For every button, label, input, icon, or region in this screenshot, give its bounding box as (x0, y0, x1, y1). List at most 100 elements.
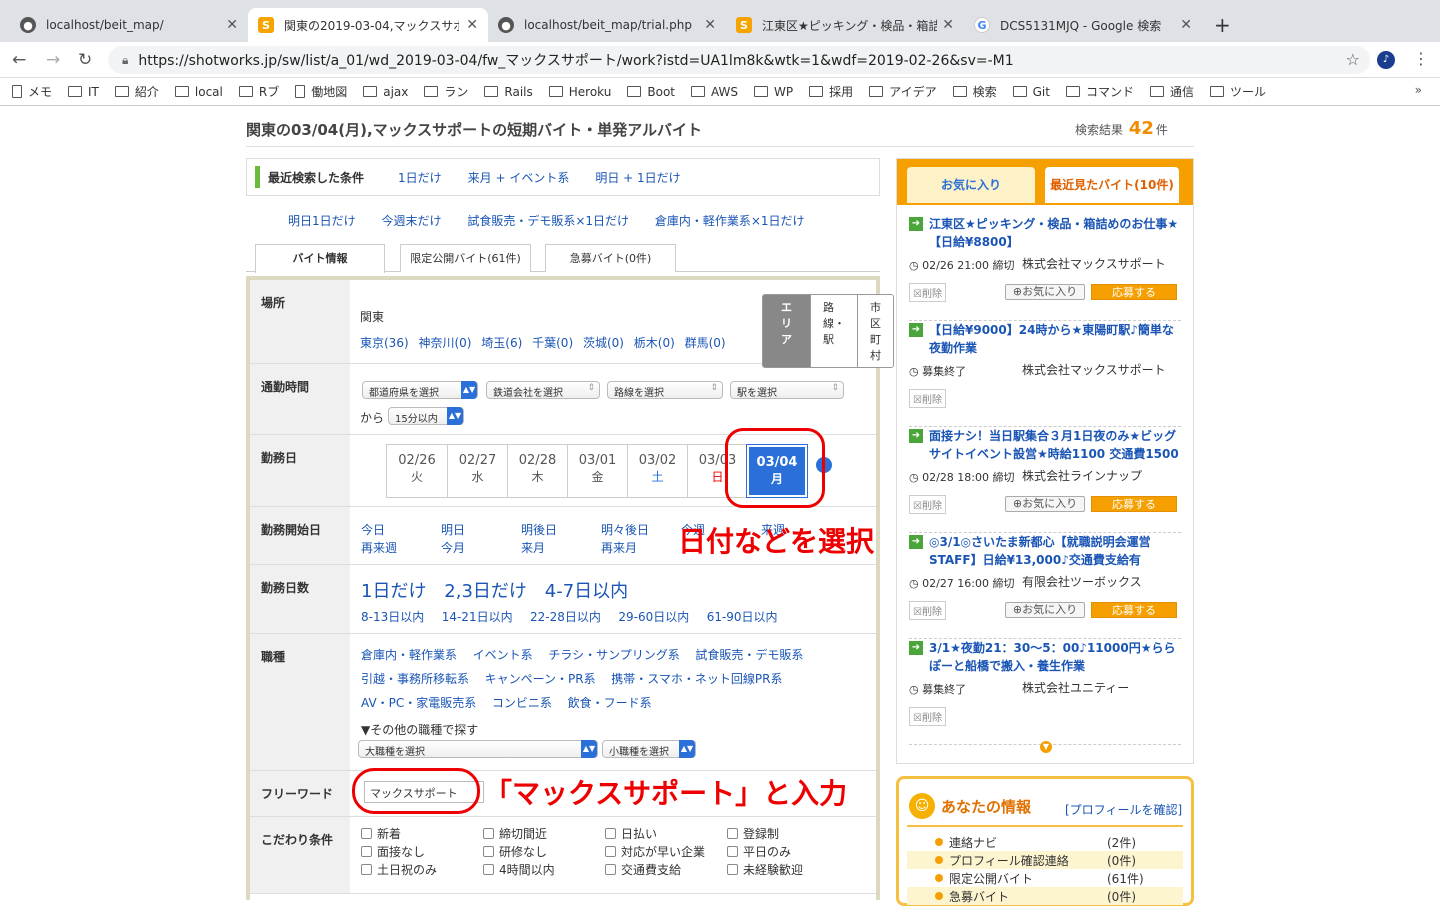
condition-checkbox[interactable]: 土日祝のみ (361, 861, 437, 878)
browser-tab[interactable]: G DCS5131MJQ - Google 検索 ✕ (964, 8, 1202, 42)
days-link[interactable]: 2,3日だけ (444, 581, 527, 602)
bookmark-item[interactable]: Heroku (548, 85, 611, 99)
condition-checkbox[interactable]: 研修なし (483, 843, 547, 860)
station-select[interactable]: 駅を選択 ⇕ (730, 381, 844, 399)
bookmark-item[interactable]: コマンド (1065, 83, 1134, 100)
checkbox-icon[interactable] (727, 828, 738, 839)
bookmark-item[interactable]: アイデア (869, 83, 937, 100)
condition-checkbox[interactable]: 日払い (605, 825, 657, 842)
reload-icon[interactable]: ↻ (78, 50, 92, 70)
bookmark-item[interactable]: ラン (424, 83, 468, 100)
quick-link[interactable]: 試食販売・デモ販系×1日だけ (467, 214, 629, 228)
job-title-link[interactable]: 【日給¥9000】24時から★東陽町駅♪簡単な夜勤作業 (929, 321, 1181, 357)
condition-checkbox[interactable]: 4時間以内 (483, 861, 555, 878)
bookmark-item[interactable]: ツール (1209, 83, 1266, 100)
job-type-link[interactable]: 飲食・フード系 (568, 696, 652, 710)
job-type-link[interactable]: イベント系 (473, 648, 533, 662)
recent-link[interactable]: 1日だけ (398, 169, 442, 186)
url-field[interactable]: 🔒︎ https://shotworks.jp/sw/list/a_01/wd_… (108, 46, 1370, 74)
checkbox-icon[interactable] (727, 846, 738, 857)
apply-button[interactable]: 応募する (1091, 284, 1177, 300)
info-row[interactable]: 連絡ナビ (2件) (907, 833, 1183, 851)
date-cell[interactable]: 02/28 木 (507, 445, 567, 497)
date-cell[interactable]: 02/27 水 (447, 445, 507, 497)
bookmark-item[interactable]: 通信 (1149, 83, 1194, 100)
date-cell[interactable]: 03/01 金 (567, 445, 627, 497)
bookmark-item[interactable]: AWS (691, 85, 738, 99)
job-title-link[interactable]: ◎3/1◎さいたま新都心【就職説明会運営STAFF】日給¥13,000♪交通費支… (929, 533, 1181, 569)
days-link[interactable]: 4-7日以内 (545, 581, 628, 602)
railway-select[interactable]: 鉄道会社を選択 ⇕ (486, 381, 600, 399)
close-icon[interactable]: ✕ (704, 17, 716, 33)
pref-link[interactable]: 栃木(0) (634, 336, 675, 350)
pref-link[interactable]: 茨城(0) (583, 336, 624, 350)
job-type-link[interactable]: チラシ・サンプリング系 (548, 648, 679, 662)
bookmark-item[interactable]: local (174, 85, 223, 99)
checkbox-icon[interactable] (361, 864, 372, 875)
favorite-button[interactable]: ⊕お気に入り (1005, 602, 1085, 618)
bookmark-item[interactable]: 採用 (809, 83, 853, 100)
bookmark-item[interactable]: Boot (627, 85, 675, 99)
seg-area[interactable]: エリア (763, 295, 810, 367)
delete-button[interactable]: ☒削除 (909, 389, 946, 408)
date-cell[interactable]: 02/26 火 (387, 445, 447, 497)
forward-icon[interactable]: → (46, 50, 60, 70)
start-link[interactable]: 来月 (521, 539, 545, 556)
days-link[interactable]: 29-60日以内 (618, 610, 689, 624)
delete-button[interactable]: ☒削除 (909, 495, 946, 514)
bookmark-item[interactable]: Git (1012, 85, 1050, 99)
menu-icon[interactable]: ⋮ (1413, 49, 1429, 68)
start-link[interactable]: 明々後日 (601, 521, 649, 538)
days-link[interactable]: 14-21日以内 (442, 610, 513, 624)
checkbox-icon[interactable] (727, 864, 738, 875)
checkbox-icon[interactable] (605, 846, 616, 857)
bookmark-item[interactable]: Rails (484, 85, 533, 99)
chevron-more-icon[interactable]: » (1415, 83, 1422, 97)
seg-line[interactable]: 路線・駅 (810, 295, 857, 367)
tab-recent[interactable]: 最近見たバイト(10件) (1045, 167, 1179, 203)
condition-checkbox[interactable]: 面接なし (361, 843, 425, 860)
profile-link[interactable]: [プロフィールを確認] (1065, 801, 1182, 818)
condition-checkbox[interactable]: 登録制 (727, 825, 779, 842)
info-row[interactable]: プロフィール確認連絡 (0件) (907, 851, 1183, 869)
browser-tab[interactable]: ● localhost/beit_map/trial.php ✕ (488, 8, 726, 42)
checkbox-icon[interactable] (483, 864, 494, 875)
bookmark-item[interactable]: メモ (12, 83, 52, 100)
job-title-link[interactable]: 面接ナシ！当日駅集合３月1日夜のみ★ビッグサイトイベント設営★時給1100 交通… (929, 427, 1181, 463)
bookmark-item[interactable]: Rブ (238, 83, 279, 100)
tab-favorites[interactable]: お気に入り (907, 167, 1035, 203)
checkbox-icon[interactable] (483, 828, 494, 839)
tab-baito-info[interactable]: バイト情報 (255, 244, 385, 273)
job-type-link[interactable]: コンビニ系 (492, 696, 552, 710)
job-title-link[interactable]: 江東区★ピッキング・検品・箱詰めのお仕事★【日給¥8800】 (929, 215, 1181, 251)
start-link[interactable]: 明日 (441, 521, 465, 538)
job-type-link[interactable]: キャンペーン・PR系 (485, 672, 596, 686)
checkbox-icon[interactable] (605, 828, 616, 839)
bookmark-item[interactable]: WP (754, 85, 793, 99)
start-link[interactable]: 明後日 (521, 521, 557, 538)
condition-checkbox[interactable]: 交通費支給 (605, 861, 681, 878)
delete-button[interactable]: ☒削除 (909, 601, 946, 620)
job-type-link[interactable]: AV・PC・家電販売系 (361, 696, 476, 710)
pref-select[interactable]: 都道府県を選択 ▲▼ (362, 381, 478, 399)
seg-city[interactable]: 市区町村 (857, 295, 893, 367)
job-type-link[interactable]: 倉庫内・軽作業系 (361, 648, 457, 662)
star-icon[interactable]: ☆ (1346, 50, 1360, 69)
delete-button[interactable]: ☒削除 (909, 707, 946, 726)
info-row[interactable]: 限定公開バイト (61件) (907, 869, 1183, 887)
new-tab-icon[interactable]: + (1214, 13, 1231, 37)
bookmark-item[interactable]: 検索 (952, 83, 997, 100)
tab-limited[interactable]: 限定公開バイト(61件) (400, 244, 531, 272)
favorite-button[interactable]: ⊕お気に入り (1005, 496, 1085, 512)
profile-avatar[interactable]: ♪ (1377, 51, 1395, 69)
days-link[interactable]: 1日だけ (361, 581, 426, 602)
pref-link[interactable]: 東京(36) (360, 336, 409, 350)
quick-link[interactable]: 今週末だけ (381, 214, 441, 228)
quick-link[interactable]: 明日1日だけ (288, 214, 356, 228)
bookmark-item[interactable]: 働地図 (295, 83, 347, 100)
bookmark-item[interactable]: 紹介 (114, 83, 159, 100)
time-select[interactable]: 15分以内 ▲▼ (388, 407, 464, 425)
condition-checkbox[interactable]: 締切間近 (483, 825, 547, 842)
days-link[interactable]: 22-28日以内 (530, 610, 601, 624)
apply-button[interactable]: 応募する (1091, 602, 1177, 618)
